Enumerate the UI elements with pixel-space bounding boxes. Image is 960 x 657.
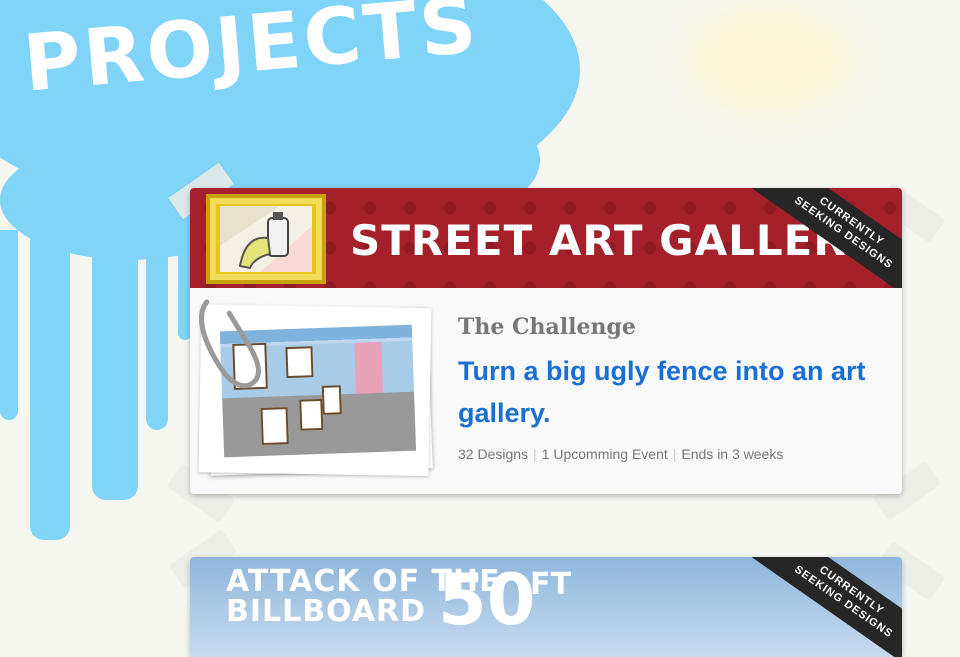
paperclip-icon (198, 299, 261, 389)
banner-title: STREET ART GALLERY (350, 216, 876, 265)
section-label: The Challenge (458, 314, 636, 340)
events-count: 1 Upcomming Event (541, 446, 668, 462)
gallery-frame-image (206, 194, 326, 284)
project-content: The Challenge Turn a big ugly fence into… (458, 314, 878, 462)
project-banner[interactable]: STREET ART GALLERY CURRENTLY SEEKING DES… (190, 188, 902, 288)
project-photo[interactable] (198, 299, 433, 477)
banner-number: 50 (438, 559, 536, 641)
challenge-link[interactable]: Turn a big ugly fence into an art galler… (458, 350, 878, 434)
designs-count: 32 Designs (458, 446, 529, 462)
project-card[interactable]: ATTACK OF THE BILLBOARD 50 FT CURRENTLY … (190, 557, 902, 657)
project-card[interactable]: STREET ART GALLERY CURRENTLY SEEKING DES… (190, 188, 902, 494)
seeking-designs-ribbon: CURRENTLY SEEKING DESIGNS (740, 557, 902, 657)
ends-in: Ends in 3 weeks (681, 446, 784, 462)
project-stats: 32 Designs | 1 Upcomming Event | Ends in 3 w… (458, 446, 784, 462)
project-banner[interactable]: ATTACK OF THE BILLBOARD 50 FT CURRENTLY … (190, 557, 902, 657)
spray-can-icon (220, 206, 312, 272)
banner-unit: FT (530, 567, 571, 602)
ribbon-line: CURRENTLY (817, 563, 887, 618)
